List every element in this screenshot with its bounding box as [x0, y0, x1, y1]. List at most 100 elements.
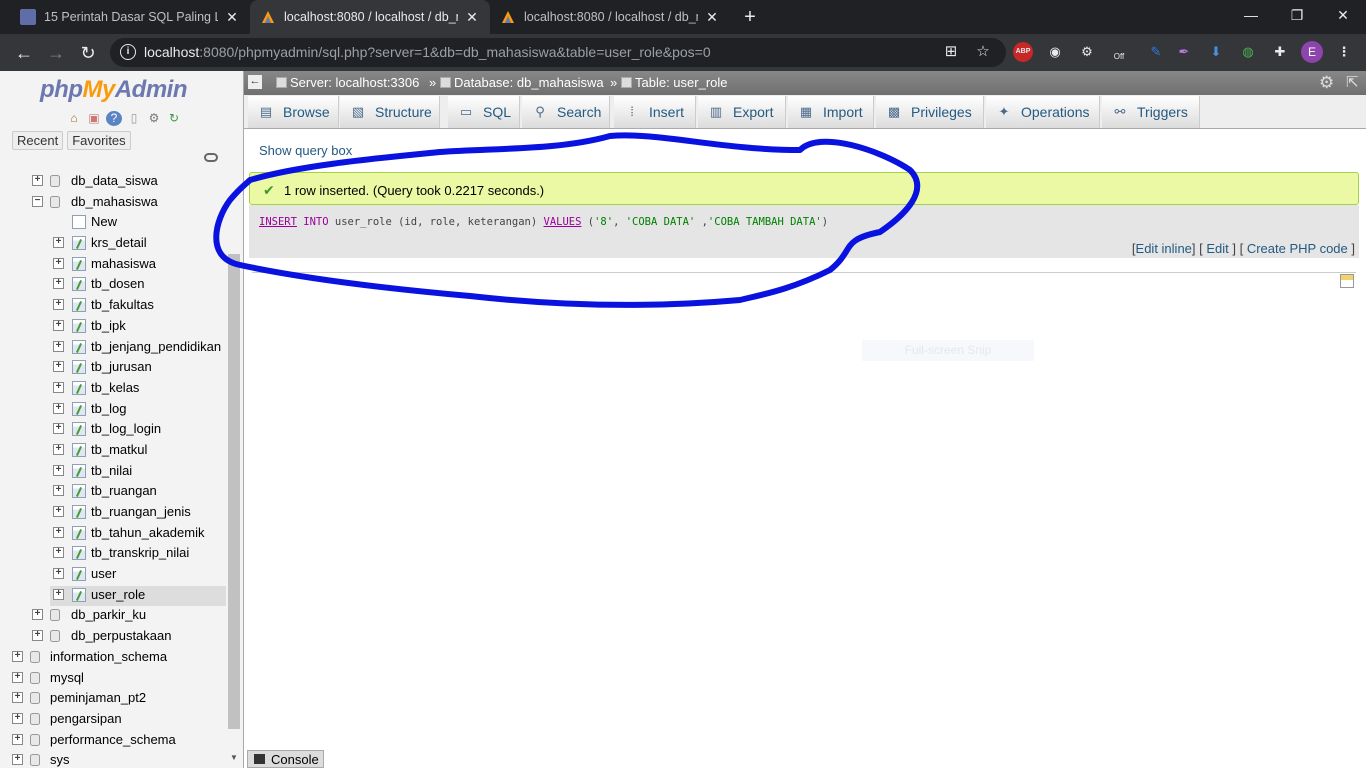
profile-avatar[interactable]: E	[1301, 41, 1323, 63]
expand-icon[interactable]: +	[32, 630, 43, 642]
notes-icon[interactable]	[1340, 274, 1354, 288]
nav-scrollbar-thumb[interactable]	[228, 254, 240, 729]
show-query-box-link[interactable]: Show query box	[259, 143, 352, 158]
expand-icon[interactable]: +	[53, 381, 64, 393]
expand-icon[interactable]: +	[53, 464, 64, 476]
tree-new-item[interactable]: New	[0, 213, 226, 234]
tree-item-label[interactable]: db_perpustakaan	[71, 628, 171, 643]
expand-icon[interactable]: +	[12, 671, 23, 683]
tree-table-item[interactable]: + tb_fakultas	[0, 296, 226, 317]
tree-table-item[interactable]: + user_role	[50, 585, 226, 607]
tree-table-item[interactable]: + user	[0, 565, 226, 586]
tree-item-label[interactable]: tb_matkul	[91, 442, 147, 457]
site-info-icon[interactable]: i	[120, 44, 136, 60]
expand-icon[interactable]: +	[53, 547, 64, 559]
expand-icon[interactable]: +	[53, 443, 64, 455]
download-icon[interactable]: ⬇	[1206, 42, 1226, 62]
collapse-nav-icon[interactable]: ←	[248, 75, 262, 89]
tree-database-item[interactable]: + performance_schema	[0, 731, 226, 752]
abp-icon[interactable]: ABP	[1013, 42, 1033, 62]
tree-item-label[interactable]: krs_detail	[91, 235, 147, 250]
maximize-button[interactable]: ❐	[1274, 0, 1320, 30]
browser-tab-2[interactable]: localhost:8080 / localhost / db_mahasisw…	[250, 0, 490, 34]
tree-database-item[interactable]: + sys	[0, 751, 226, 768]
tab-browse[interactable]: ▤ Browse	[248, 96, 339, 128]
tree-item-label[interactable]: peminjaman_pt2	[50, 690, 146, 705]
tab-operations[interactable]: ✦ Operations	[986, 96, 1100, 128]
puzzle-icon[interactable]: ✚	[1270, 42, 1290, 62]
expand-icon[interactable]: +	[53, 257, 64, 269]
star-icon[interactable]: ☆	[974, 43, 992, 61]
breadcrumb-database[interactable]: Database: db_mahasiswa	[440, 75, 604, 90]
tree-table-item[interactable]: + tb_log	[0, 400, 226, 421]
breadcrumb-table[interactable]: Table: user_role	[621, 75, 728, 90]
expand-icon[interactable]: +	[32, 175, 43, 186]
circle-icon[interactable]: ◉	[1045, 42, 1065, 62]
expand-icon[interactable]: +	[53, 423, 64, 435]
settings-icon[interactable]: ⚙	[146, 111, 162, 126]
tree-table-item[interactable]: + tb_matkul	[0, 441, 226, 462]
collapse-icon[interactable]: −	[32, 195, 43, 207]
expand-icon[interactable]: +	[32, 609, 43, 621]
tree-item-label[interactable]: tb_jenjang_pendidikan	[91, 339, 221, 354]
tree-table-item[interactable]: + tb_dosen	[0, 275, 226, 296]
create-php-code-link[interactable]: Create PHP code	[1247, 241, 1348, 256]
off-icon[interactable]: Off	[1109, 42, 1129, 62]
tree-item-label[interactable]: tb_fakultas	[91, 297, 154, 312]
reload-button[interactable]: ↻	[76, 41, 100, 65]
close-icon[interactable]: ✕	[704, 9, 720, 26]
tree-item-label[interactable]: user_role	[91, 587, 145, 602]
menu-icon[interactable]: ⋮	[1334, 42, 1354, 62]
docs-icon[interactable]: ▯	[126, 111, 142, 126]
tree-item-label[interactable]: tb_tahun_akademik	[91, 525, 204, 540]
window-close-button[interactable]: ✕	[1320, 0, 1366, 30]
help-icon[interactable]: ?	[106, 111, 122, 126]
tree-item-label[interactable]: tb_ruangan_jenis	[91, 504, 191, 519]
home-icon[interactable]: ⌂	[66, 111, 82, 126]
tree-table-item[interactable]: + tb_ipk	[0, 317, 226, 338]
tree-database-item[interactable]: + peminjaman_pt2	[0, 689, 226, 710]
expand-icon[interactable]: +	[53, 361, 64, 373]
recent-tab[interactable]: Recent	[12, 131, 64, 150]
expand-icon[interactable]: +	[53, 506, 64, 517]
close-icon[interactable]: ✕	[464, 9, 480, 26]
logout-icon[interactable]: ▣	[86, 111, 102, 126]
tree-item-label[interactable]: db_mahasiswa	[71, 194, 158, 209]
tree-database-item[interactable]: + db_parkir_ku	[0, 606, 226, 627]
tree-table-item[interactable]: + tb_jurusan	[0, 358, 226, 379]
tree-item-label[interactable]: tb_dosen	[91, 276, 145, 291]
expand-icon[interactable]: +	[12, 712, 23, 724]
breadcrumb-server[interactable]: Server: localhost:3306	[276, 75, 419, 90]
tree-item-label[interactable]: performance_schema	[50, 732, 176, 747]
tree-table-item[interactable]: + tb_tahun_akademik	[0, 524, 226, 545]
expand-icon[interactable]: +	[12, 692, 23, 704]
tree-item-label[interactable]: tb_ipk	[91, 318, 126, 333]
tree-item-label[interactable]: information_schema	[50, 649, 167, 664]
tree-database-item[interactable]: + information_schema	[0, 648, 226, 669]
tree-table-item[interactable]: + tb_transkrip_nilai	[0, 544, 226, 565]
tree-database-item[interactable]: + db_data_siswa	[0, 172, 226, 193]
tree-item-label[interactable]: tb_log_login	[91, 421, 161, 436]
tab-sql[interactable]: ▭ SQL	[448, 96, 520, 128]
expand-icon[interactable]: +	[12, 733, 23, 745]
gear-icon[interactable]: ⚙	[1077, 42, 1097, 62]
expand-icon[interactable]: +	[53, 402, 64, 414]
tab-export[interactable]: ▥ Export	[698, 96, 786, 128]
back-button[interactable]: ←	[12, 41, 36, 65]
edit-inline-link[interactable]: Edit inline	[1136, 241, 1192, 256]
tree-database-item[interactable]: + pengarsipan	[0, 710, 226, 731]
tree-database-item[interactable]: + db_perpustakaan	[0, 627, 226, 648]
url-omnibox[interactable]: i localhost:8080/phpmyadmin/sql.php?serv…	[110, 38, 1006, 67]
tree-item-label[interactable]: tb_ruangan	[91, 483, 157, 498]
scroll-down-arrow-icon[interactable]: ▼	[230, 753, 238, 762]
tree-table-item[interactable]: + tb_ruangan	[0, 482, 226, 503]
earth-icon[interactable]: ◍	[1238, 42, 1258, 62]
reload-nav-icon[interactable]: ↻	[166, 111, 182, 126]
tree-table-item[interactable]: + tb_jenjang_pendidikan	[0, 338, 226, 359]
tab-insert[interactable]: ⁞ Insert	[614, 96, 696, 128]
tab-triggers[interactable]: ⚯ Triggers	[1102, 96, 1200, 128]
tree-table-item[interactable]: + tb_kelas	[0, 379, 226, 400]
expand-icon[interactable]: +	[53, 485, 64, 497]
expand-icon[interactable]: +	[53, 299, 64, 311]
expand-icon[interactable]: +	[53, 319, 64, 331]
